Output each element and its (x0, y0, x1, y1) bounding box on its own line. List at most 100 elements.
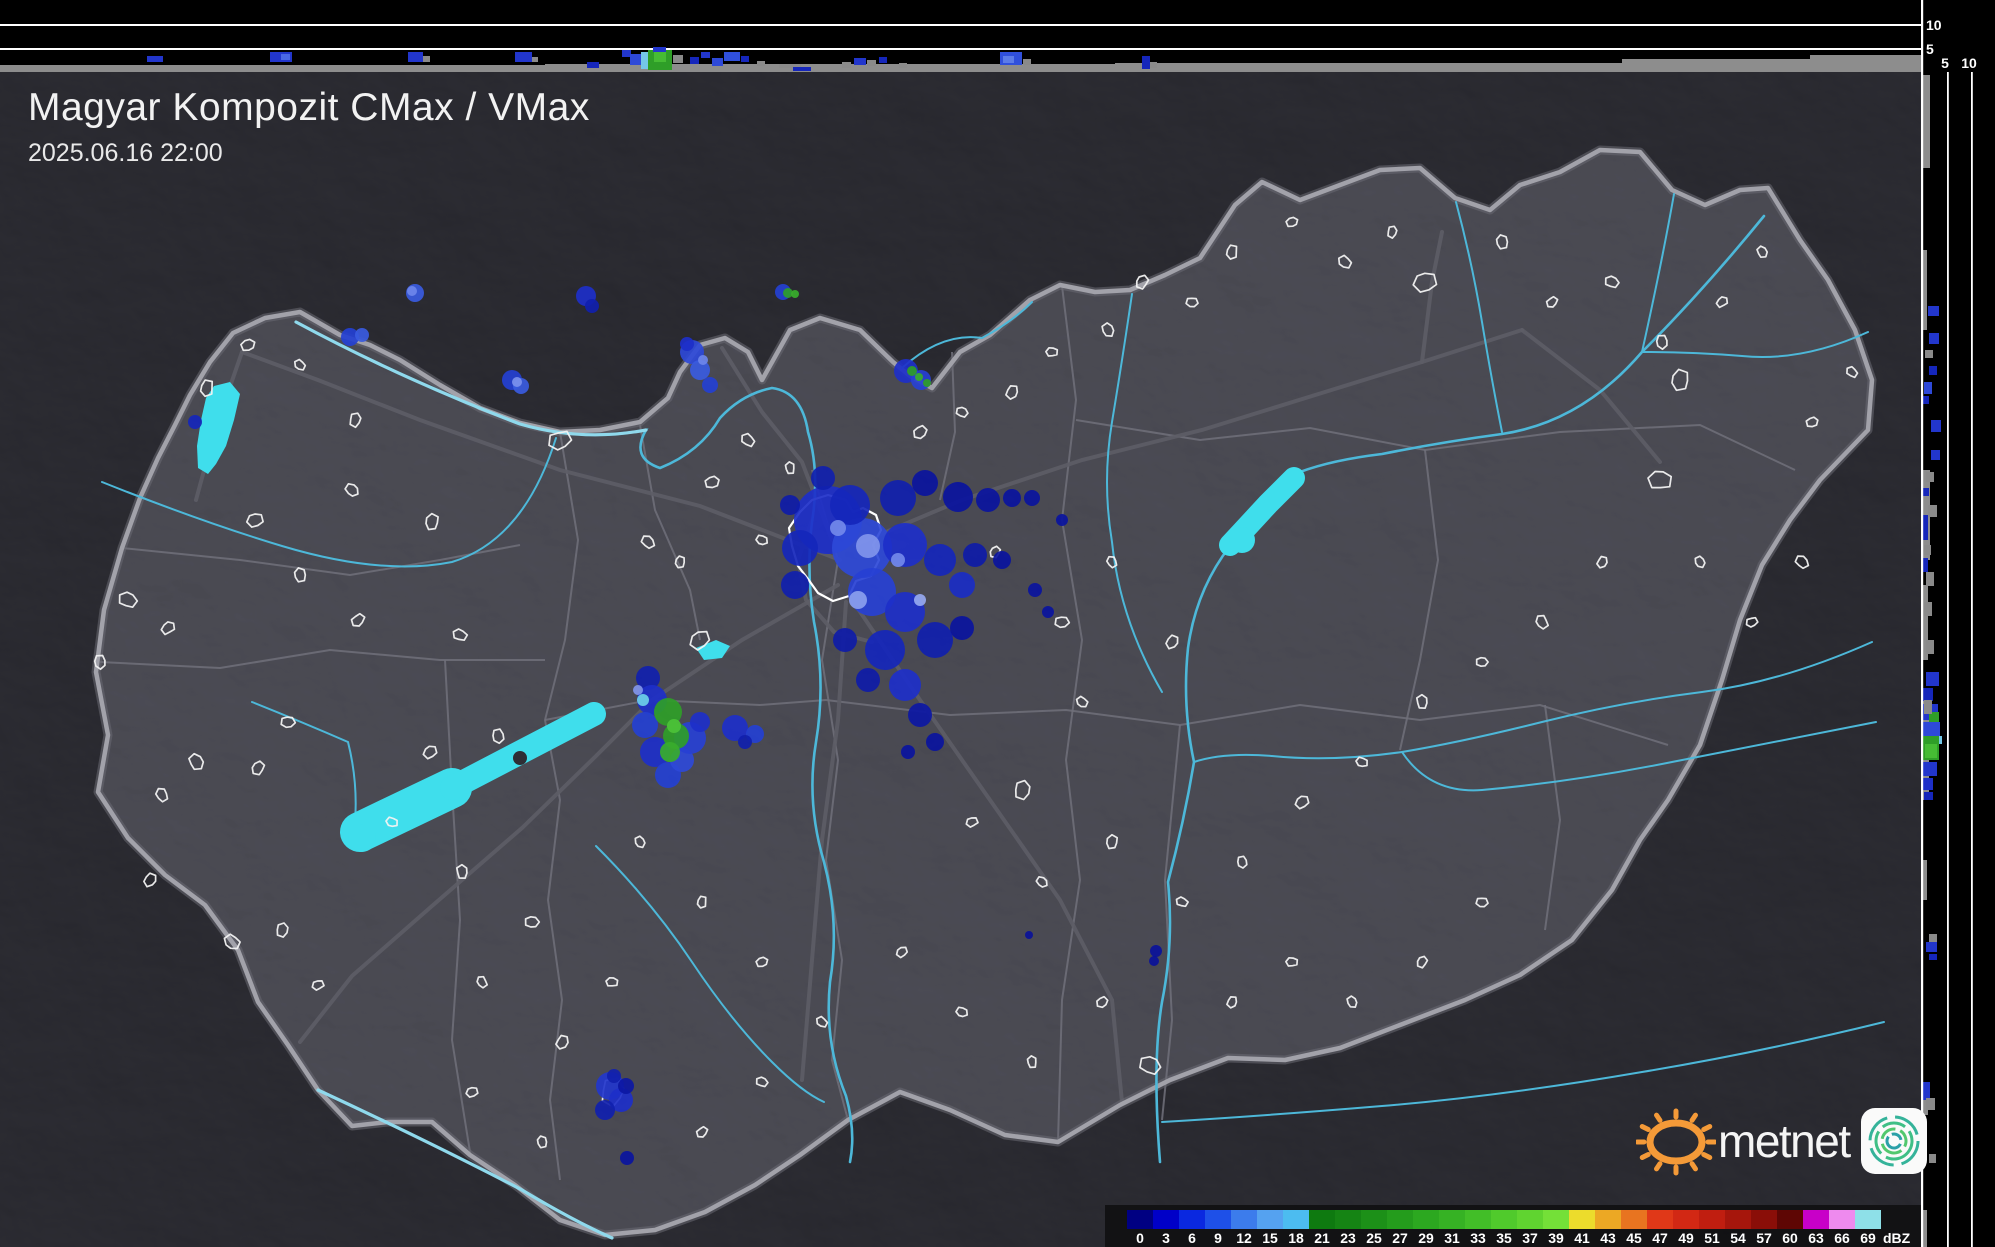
colorbar-segment (1179, 1210, 1205, 1229)
colorbar-tick: 63 (1808, 1230, 1824, 1246)
radar-echo (993, 551, 1011, 569)
radar-echo (407, 286, 417, 296)
title-block: Magyar Kompozit CMax / VMax 2025.06.16 2… (28, 86, 590, 168)
radar-echo (915, 373, 923, 381)
colorbar-segment (1595, 1210, 1621, 1229)
radar-echo (620, 1151, 634, 1165)
radar-echo (889, 669, 921, 701)
profile-echo (281, 54, 290, 60)
colorbar-segment (1569, 1210, 1595, 1229)
radar-echo (908, 703, 932, 727)
colorbar-tick: 39 (1548, 1230, 1564, 1246)
radar-echo (637, 694, 649, 706)
profile-echo (1926, 572, 1934, 586)
profile-echo (1922, 778, 1933, 790)
brand-logo: metnet (1636, 1100, 1928, 1182)
colorbar-segment (1413, 1210, 1439, 1229)
radar-viewer: 10 5 5 10 Magyar Kompozit CMax / VMax 2025.… (0, 0, 1995, 1247)
profile-echo (757, 61, 765, 66)
radar-echo (1150, 945, 1162, 957)
radar-echo (943, 482, 973, 512)
colorbar-tick: 29 (1418, 1230, 1434, 1246)
colorbar-segment (1387, 1210, 1413, 1229)
height-gridline (0, 48, 1921, 50)
colorbar-tick: 31 (1444, 1230, 1460, 1246)
radar-echo (891, 553, 905, 567)
colorbar-segment (1699, 1210, 1725, 1229)
colorbar-segment (1725, 1210, 1751, 1229)
panel-separator (1921, 0, 1924, 1247)
profile-echo (653, 47, 666, 52)
radar-echo (883, 523, 927, 567)
colorbar-tick: 0 (1136, 1230, 1144, 1246)
profile-echo (1924, 792, 1933, 800)
lake-part (1229, 527, 1255, 553)
radar-echo (811, 466, 835, 490)
map-frame-top (0, 68, 1921, 72)
colorbar-tick: 37 (1522, 1230, 1538, 1246)
colorbar-tick: 41 (1574, 1230, 1590, 1246)
radar-echo (949, 572, 975, 598)
profile-echo (515, 52, 532, 62)
colorbar-tick: 12 (1236, 1230, 1252, 1246)
lake-part (348, 824, 376, 852)
profile-echo (1150, 62, 1157, 68)
colorbar-segment (1309, 1210, 1335, 1229)
radar-echo (901, 745, 915, 759)
colorbar-tick: 15 (1262, 1230, 1278, 1246)
radar-echo (660, 742, 680, 762)
colorbar-tick: 57 (1756, 1230, 1772, 1246)
profile-echo (712, 58, 723, 66)
profile-echo (1928, 505, 1937, 517)
profile-echo (654, 52, 666, 62)
colorbar-segment (1543, 1210, 1569, 1229)
profile-echo (724, 52, 740, 61)
profile-echo (1931, 450, 1940, 460)
profile-echo (1924, 602, 1932, 616)
profile-echo (879, 57, 887, 63)
radar-echo (856, 534, 880, 558)
profile-echo (532, 57, 538, 62)
profile-echo (1924, 700, 1932, 714)
radar-echo (791, 290, 799, 298)
profile-echo (1926, 640, 1934, 654)
profile-echo (1931, 420, 1941, 432)
radar-echo (1149, 956, 1159, 966)
colorbar-segment (1491, 1210, 1517, 1229)
radar-echo (830, 485, 870, 525)
colorbar-blocks (1127, 1210, 1881, 1229)
terrain-profile (1622, 59, 1810, 68)
profile-echo (1929, 1154, 1936, 1163)
radar-echo (923, 379, 931, 387)
radar-echo (702, 377, 718, 393)
tihany-peninsula (513, 751, 527, 765)
profile-echo (899, 63, 907, 68)
radar-echo (667, 719, 681, 733)
terrain-profile (1923, 75, 1930, 168)
profile-echo (1929, 366, 1937, 375)
colorbar-segment (1231, 1210, 1257, 1229)
colorbar-segment (1257, 1210, 1283, 1229)
colorbar-segment (1283, 1210, 1309, 1229)
profile-echo (1923, 396, 1929, 404)
logo-text: metnet (1718, 1115, 1851, 1167)
profile-echo (741, 56, 749, 62)
profile-echo (1923, 762, 1937, 776)
height-axis-label: 10 (1961, 55, 1977, 71)
profile-echo (701, 52, 710, 58)
radar-echo (781, 571, 809, 599)
colorbar-tick: 9 (1214, 1230, 1222, 1246)
radar-echo (618, 1078, 634, 1094)
colorbar-segment (1621, 1210, 1647, 1229)
profile-echo (1928, 306, 1939, 316)
profile-echo (1926, 672, 1939, 686)
profile-echo (1926, 942, 1937, 952)
page-title: Magyar Kompozit CMax / VMax (28, 86, 590, 129)
terrain-profile (1115, 63, 1622, 68)
radar-echo (1024, 490, 1040, 506)
colorbar-tick: 51 (1704, 1230, 1720, 1246)
radar-echo (595, 1100, 615, 1120)
profile-echo (1929, 934, 1937, 942)
terrain-profile (1923, 250, 1927, 330)
terrain-profile (1923, 860, 1927, 900)
